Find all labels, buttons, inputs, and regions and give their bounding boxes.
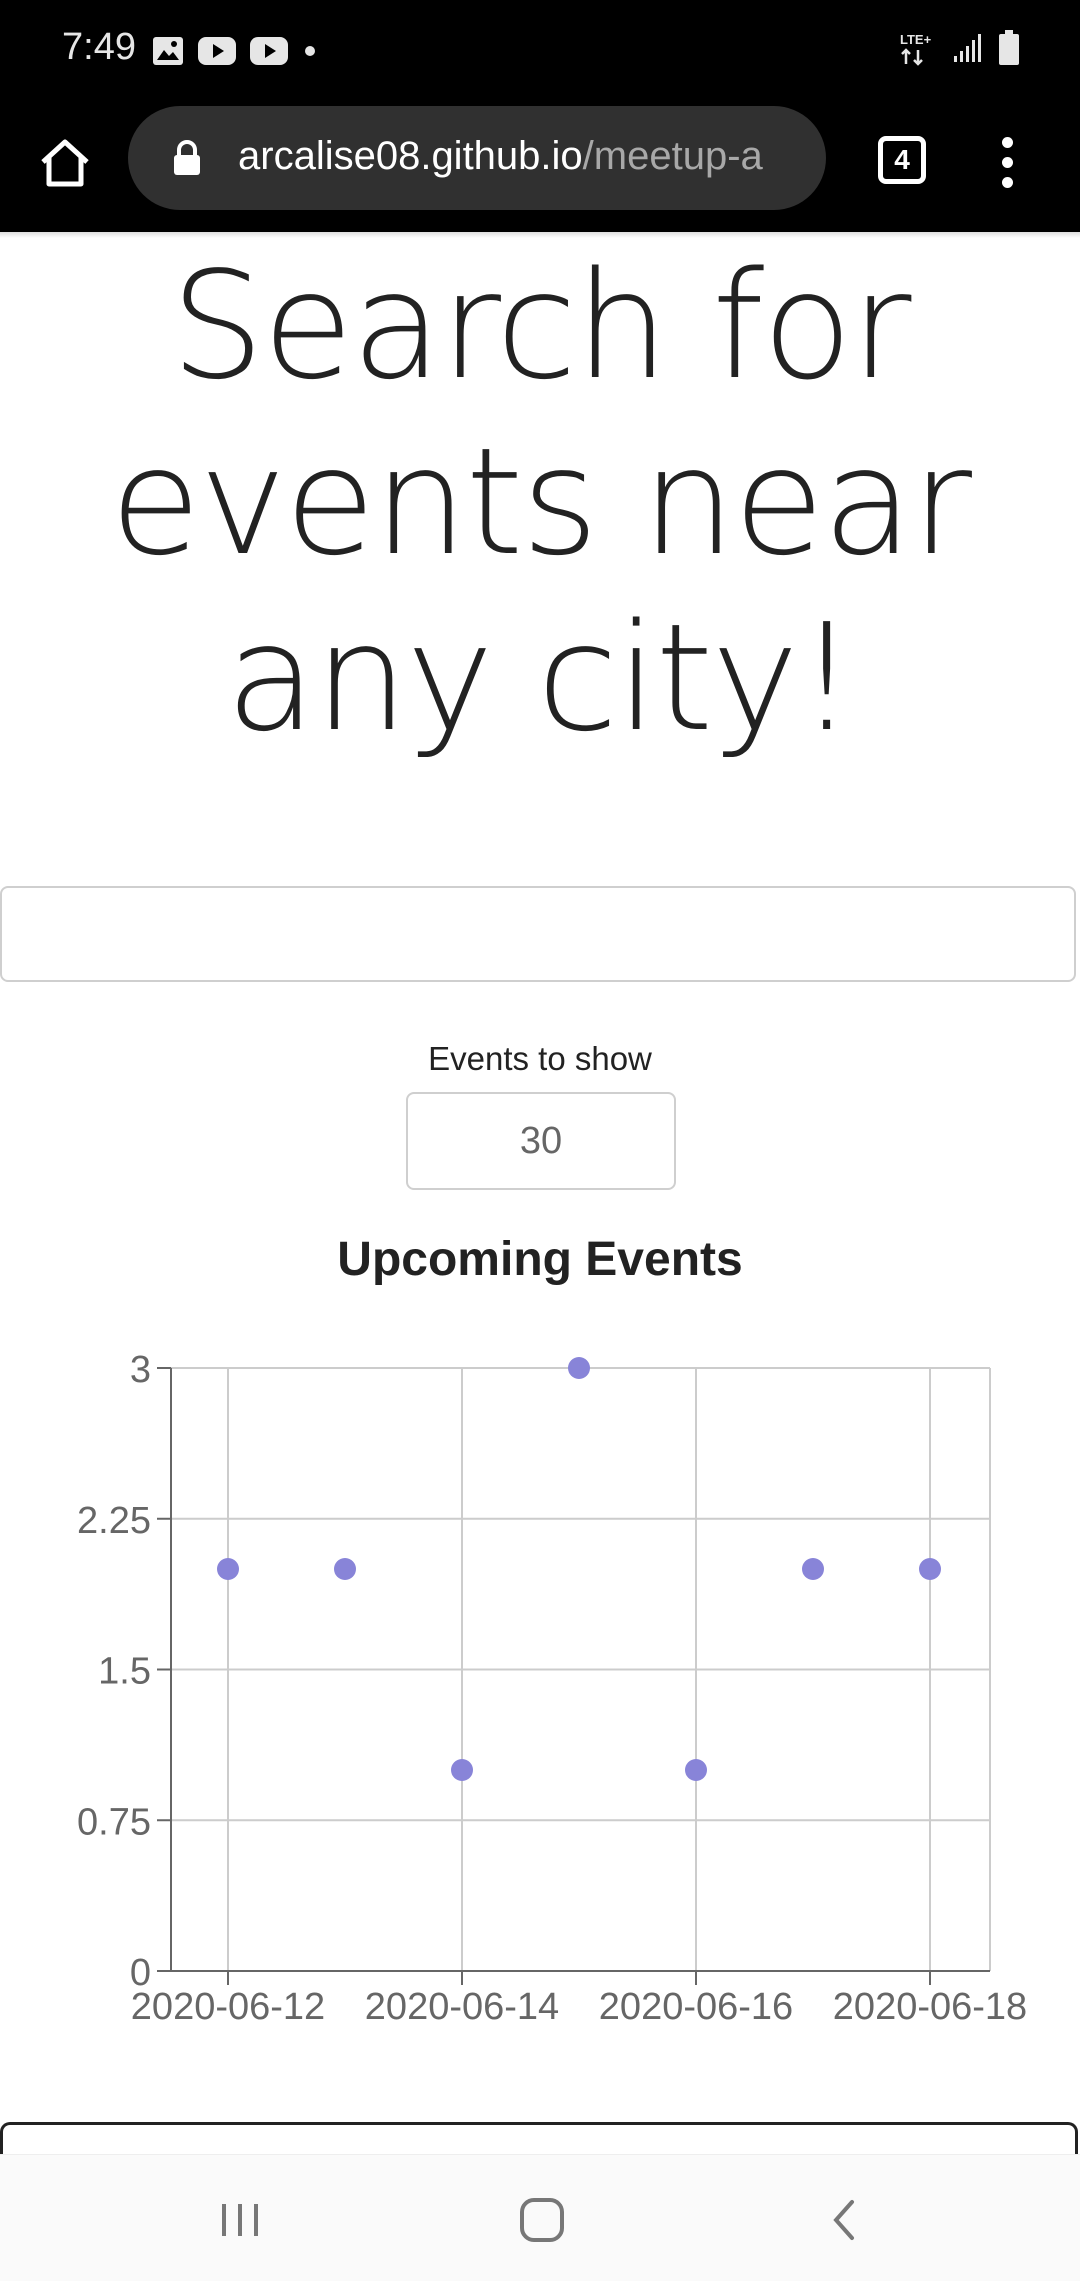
status-time: 7:49 <box>62 26 136 68</box>
y-tick-label: 3 <box>130 1349 151 1391</box>
y-tick-label: 2.25 <box>77 1500 151 1542</box>
chart-grid <box>171 1367 991 1972</box>
status-bar: 7:49 LTE+ <box>0 0 1080 104</box>
menu-dot <box>1001 156 1013 168</box>
home-icon <box>520 2198 564 2242</box>
url-path: /meetup-a <box>582 134 763 178</box>
browser-menu-button[interactable] <box>982 132 1032 192</box>
tab-switcher-button[interactable]: 4 <box>874 132 930 188</box>
data-point <box>568 1357 590 1379</box>
data-point <box>217 1558 239 1580</box>
url-text[interactable]: arcalise08.github.io/meetup-a <box>238 134 808 179</box>
x-tick-label: 2020-06-16 <box>599 1986 793 2028</box>
x-tick-label: 2020-06-14 <box>365 1986 559 2028</box>
city-search-input[interactable] <box>0 886 1076 982</box>
youtube-icon <box>250 37 288 65</box>
image-icon <box>153 37 183 65</box>
recent-apps-icon <box>222 2204 258 2236</box>
system-status-icons: LTE+ <box>898 30 1020 66</box>
chart-title: Upcoming Events <box>337 1233 743 1286</box>
system-nav-bar <box>0 2154 1080 2281</box>
y-tick-label: 1.5 <box>98 1651 151 1693</box>
recent-apps-button[interactable] <box>200 2185 280 2255</box>
data-point <box>919 1558 941 1580</box>
back-icon <box>833 2200 854 2240</box>
home-button[interactable] <box>30 128 100 198</box>
y-tick-label: 0.75 <box>77 1801 151 1843</box>
events-to-show-label: Events to show <box>428 1040 652 1077</box>
battery-icon <box>999 30 1019 65</box>
data-point <box>451 1759 473 1781</box>
lock-icon <box>174 140 200 175</box>
chart-points <box>217 1357 941 1781</box>
data-point <box>685 1759 707 1781</box>
url-host: arcalise08.github.io <box>238 134 583 178</box>
home-icon <box>41 139 89 187</box>
upcoming-events-chart: 00.751.52.2532020-06-12 2020-06-14 2020-06… <box>77 1349 1027 2028</box>
page-title: Search for events near any city! <box>109 240 972 764</box>
data-point <box>334 1558 356 1580</box>
tab-count: 4 <box>878 136 926 184</box>
browser-toolbar: arcalise08.github.io/meetup-a 4 <box>0 104 1080 232</box>
notification-icons <box>152 36 318 66</box>
x-tick-label: 2020-06-12 <box>131 1986 325 2028</box>
menu-dot <box>1001 136 1013 148</box>
menu-dot <box>1001 176 1013 188</box>
home-nav-button[interactable] <box>502 2185 582 2255</box>
chart-ticks: 00.751.52.2532020-06-12 2020-06-14 2020-06… <box>77 1349 1027 2028</box>
address-bar[interactable]: arcalise08.github.io/meetup-a <box>128 106 826 210</box>
data-point <box>802 1558 824 1580</box>
x-tick-label: 2020-06-18 <box>833 1986 1027 2028</box>
signal-icon <box>954 34 981 62</box>
events-count-input[interactable]: 30 <box>406 1092 676 1190</box>
dot-icon <box>305 46 315 56</box>
youtube-icon <box>198 37 236 65</box>
back-button[interactable] <box>804 2185 884 2255</box>
svg-text:LTE+: LTE+ <box>900 32 932 47</box>
lte-icon: LTE+ <box>900 32 932 66</box>
